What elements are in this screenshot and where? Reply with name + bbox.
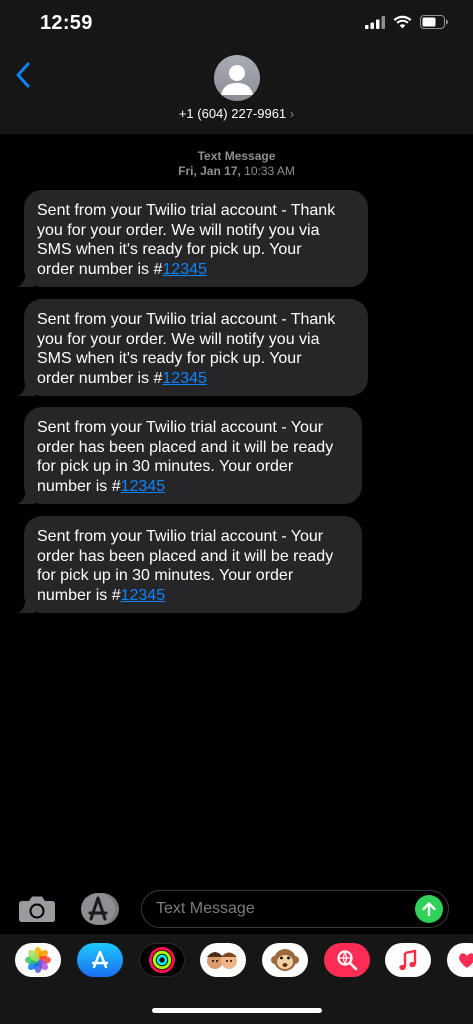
thread-timestamp: Text Message Fri, Jan 17, 10:33 AM xyxy=(0,149,473,179)
message-bubble[interactable]: Sent from your Twilio trial account - Th… xyxy=(17,190,368,287)
message-text: number is # xyxy=(37,477,121,495)
timestamp-time: 10:33 AM xyxy=(244,164,295,178)
status-bar-icons xyxy=(365,15,449,29)
bubble-tail xyxy=(17,269,35,287)
message-text: order number is # xyxy=(37,260,163,278)
message-text: order number is # xyxy=(37,369,163,387)
arrow-up-icon xyxy=(422,902,436,917)
photos-app-button[interactable] xyxy=(15,943,61,977)
message-bubble[interactable]: Sent from your Twilio trial account - Yo… xyxy=(17,516,362,613)
battery-icon xyxy=(420,15,448,29)
music-app-button[interactable] xyxy=(385,943,431,977)
order-number-link[interactable]: 12345 xyxy=(121,478,166,495)
animoji-monkey-icon xyxy=(271,949,299,971)
message-line: order has been placed and it will be rea… xyxy=(37,547,334,565)
message-line: you for your order. We will notify you v… xyxy=(37,221,320,239)
activity-icon xyxy=(149,947,175,973)
wifi-icon xyxy=(393,15,412,29)
cellular-signal-icon xyxy=(365,15,385,29)
app-store-icon xyxy=(91,950,109,969)
message-line: Sent from your Twilio trial account - Th… xyxy=(37,311,336,328)
web-images-search-icon xyxy=(337,950,358,971)
timestamp-date: Fri, Jan 17, xyxy=(178,164,241,178)
web-images-app-button[interactable] xyxy=(324,943,370,977)
message-line: you for your order. We will notify you v… xyxy=(37,330,320,348)
contact-avatar[interactable] xyxy=(214,55,260,101)
app-store-app-button[interactable] xyxy=(77,943,123,977)
digital-touch-icon xyxy=(459,953,473,968)
message-bubble[interactable]: Sent from your Twilio trial account - Th… xyxy=(17,299,368,396)
home-indicator[interactable] xyxy=(152,1008,322,1013)
message-bubble[interactable]: Sent from your Twilio trial account - Yo… xyxy=(17,407,362,504)
message-line: order number is #12345 xyxy=(37,369,355,389)
message-text: number is # xyxy=(37,586,121,604)
photos-icon xyxy=(25,947,51,973)
bubble-tail xyxy=(17,378,35,396)
order-number-link[interactable]: 12345 xyxy=(162,261,207,278)
order-number-link[interactable]: 12345 xyxy=(162,370,207,387)
status-bar-time: 12:59 xyxy=(40,12,93,34)
send-button[interactable] xyxy=(415,895,443,923)
message-line: SMS when it's ready for pick up. Your xyxy=(37,241,302,258)
timestamp-line: Fri, Jan 17, 10:33 AM xyxy=(0,164,473,179)
apps-button[interactable] xyxy=(80,892,119,926)
message-line: number is #12345 xyxy=(37,477,349,497)
bubble-tail xyxy=(17,486,35,504)
contact-name-button[interactable]: +1 (604) 227-9961 › xyxy=(0,106,473,121)
message-line: Sent from your Twilio trial account - Yo… xyxy=(37,528,324,545)
chevron-left-icon xyxy=(16,62,30,88)
service-label: Text Message xyxy=(197,149,276,163)
message-line: order has been placed and it will be rea… xyxy=(37,438,334,456)
message-line: Sent from your Twilio trial account - Th… xyxy=(37,202,336,219)
message-line: number is #12345 xyxy=(37,586,349,606)
camera-button[interactable] xyxy=(18,893,56,925)
app-store-outline-icon xyxy=(81,893,119,925)
message-line: SMS when it's ready for pick up. Your xyxy=(37,350,302,367)
digital-touch-app-button[interactable] xyxy=(447,943,473,977)
memoji-app-button[interactable] xyxy=(200,943,246,977)
camera-icon xyxy=(19,896,55,922)
bubble-tail xyxy=(17,595,35,613)
order-number-link[interactable]: 12345 xyxy=(121,587,166,604)
message-line: order number is #12345 xyxy=(37,260,355,280)
message-input-placeholder: Text Message xyxy=(156,900,255,917)
music-icon xyxy=(399,949,417,971)
message-line: for pick up in 30 minutes. Your order xyxy=(37,458,294,475)
memoji-icon xyxy=(207,952,237,969)
contact-phone-number: +1 (604) 227-9961 xyxy=(178,106,287,121)
message-line: Sent from your Twilio trial account - Yo… xyxy=(37,419,324,436)
message-input[interactable]: Text Message xyxy=(141,890,449,928)
message-line: for pick up in 30 minutes. Your order xyxy=(37,567,294,584)
navigation-header: 12:59 +1 (604) 227-9961 › xyxy=(0,0,473,134)
person-silhouette-icon xyxy=(221,65,253,95)
activity-app-button[interactable] xyxy=(139,943,185,977)
animoji-app-button[interactable] xyxy=(262,943,308,977)
back-button[interactable] xyxy=(8,58,38,92)
chevron-right-icon: › xyxy=(290,107,295,121)
